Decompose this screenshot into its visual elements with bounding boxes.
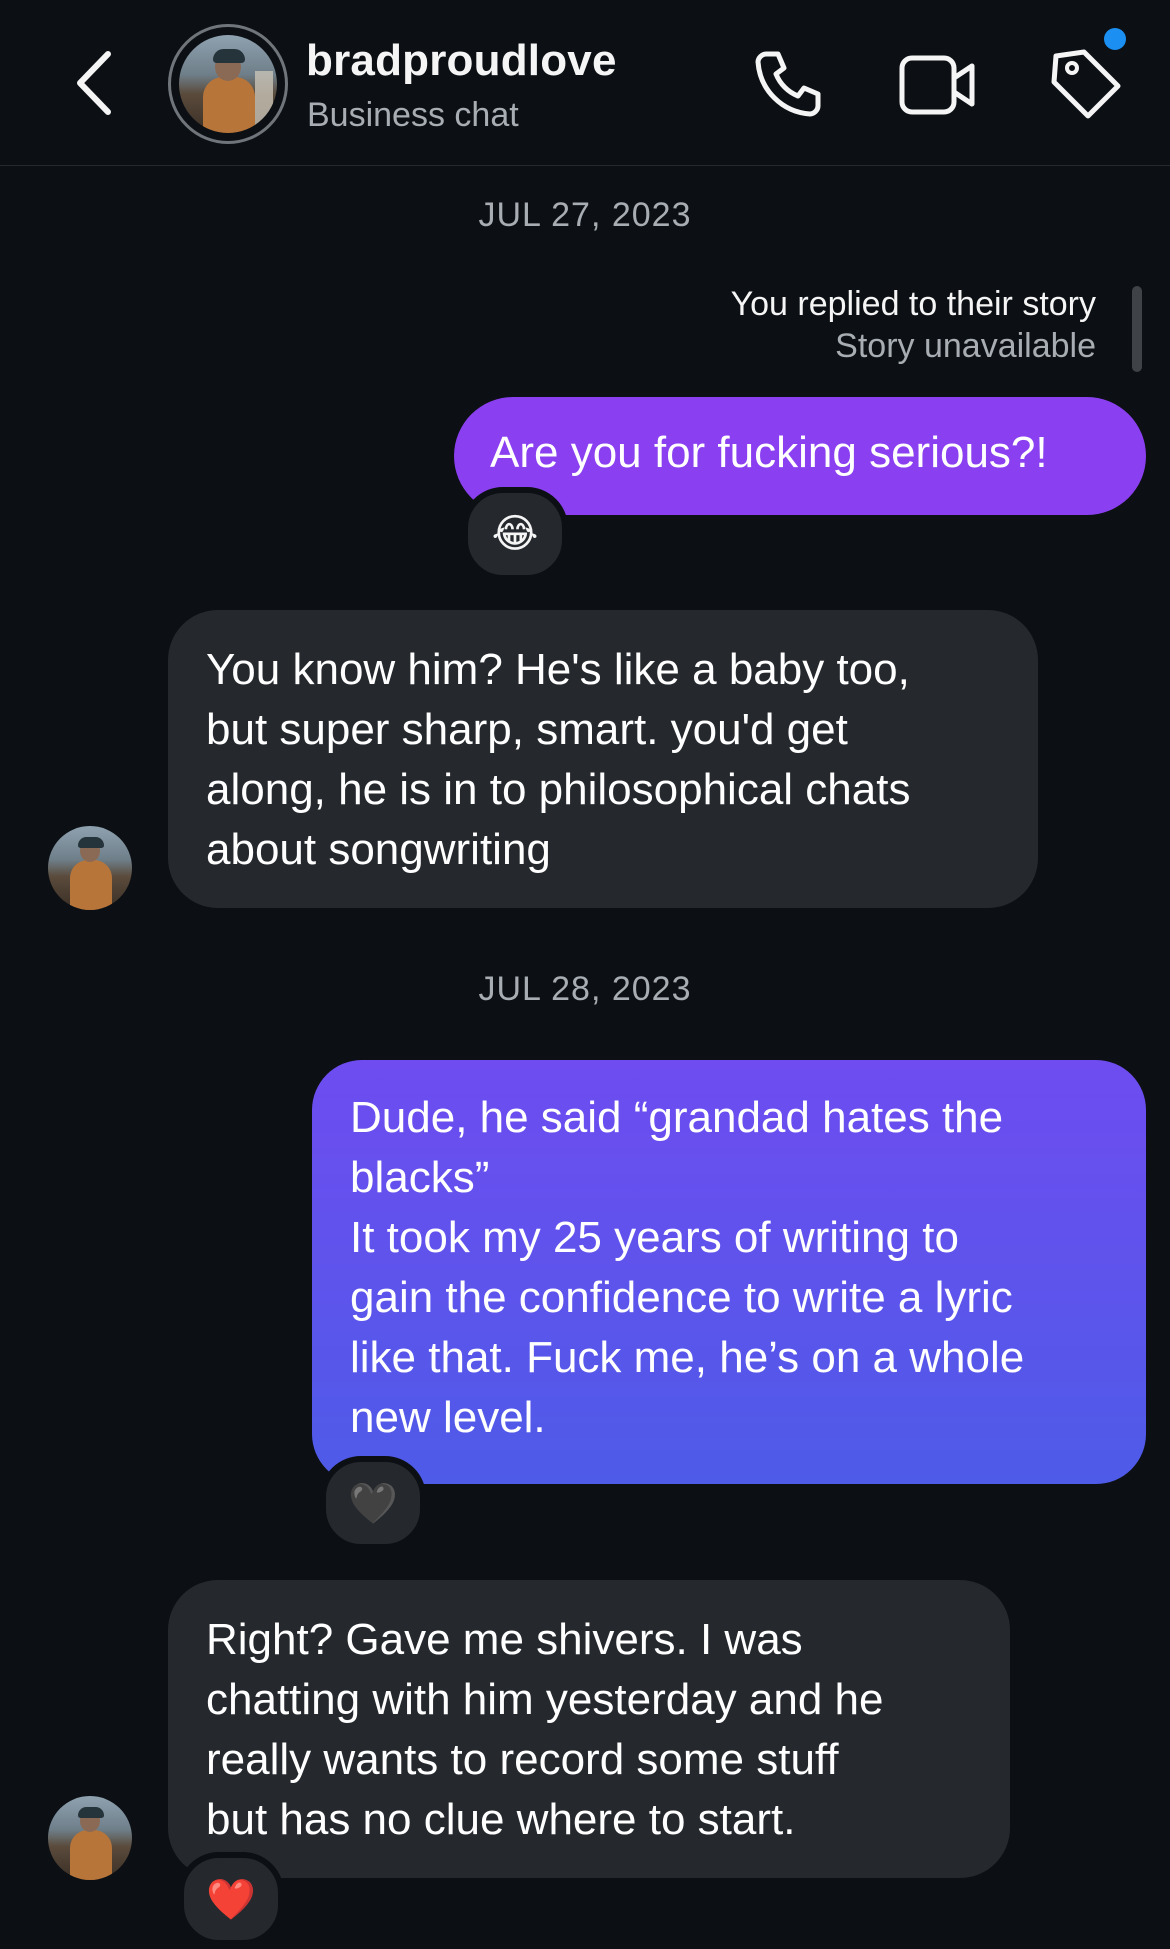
- contact-name[interactable]: bradproudlove: [306, 36, 617, 86]
- video-camera-icon[interactable]: [898, 52, 976, 118]
- message-line: but super sharp, smart. you'd get: [206, 705, 848, 754]
- message-line: blacks”: [350, 1153, 490, 1202]
- message-line: chatting with him yesterday and he: [206, 1675, 884, 1724]
- outgoing-message[interactable]: Dude, he said “grandad hates the blacks”…: [312, 1060, 1146, 1484]
- phone-icon[interactable]: [752, 46, 826, 120]
- message-line: really wants to record some stuff: [206, 1735, 839, 1784]
- contact-avatar[interactable]: [168, 24, 288, 144]
- chat-header: bradproudlove Business chat: [0, 0, 1170, 166]
- message-line: about songwriting: [206, 825, 551, 874]
- incoming-message[interactable]: Right? Gave me shivers. I was chatting w…: [168, 1580, 1010, 1878]
- date-separator: JUL 27, 2023: [478, 196, 692, 234]
- message-text: Are you for fucking serious?!: [490, 428, 1048, 477]
- incoming-message[interactable]: You know him? He's like a baby too, but …: [168, 610, 1038, 908]
- message-line: gain the confidence to write a lyric: [350, 1273, 1013, 1322]
- message-line: Right? Gave me shivers. I was: [206, 1615, 803, 1664]
- message-line: like that. Fuck me, he’s on a whole: [350, 1333, 1025, 1382]
- message-line: new level.: [350, 1393, 546, 1442]
- sender-avatar[interactable]: [48, 1796, 132, 1880]
- message-line: along, he is in to philosophical chats: [206, 765, 911, 814]
- message-line: Dude, he said “grandad hates the: [350, 1093, 1004, 1142]
- outgoing-message[interactable]: Are you for fucking serious?!: [454, 397, 1146, 515]
- notification-dot: [1104, 28, 1126, 50]
- story-reply-bar: [1132, 286, 1142, 372]
- message-line: but has no clue where to start.: [206, 1795, 796, 1844]
- sender-avatar[interactable]: [48, 826, 132, 910]
- message-line: You know him? He's like a baby too,: [206, 645, 910, 694]
- reaction-badge[interactable]: ❤️: [178, 1852, 284, 1946]
- story-status: Story unavailable: [835, 327, 1096, 365]
- chevron-left-icon[interactable]: [68, 48, 124, 118]
- red-heart-icon: ❤️: [206, 1877, 256, 1922]
- reaction-badge[interactable]: 🖤: [320, 1456, 426, 1550]
- chat-type-label: Business chat: [307, 96, 519, 134]
- reaction-badge[interactable]: 😂: [462, 487, 568, 581]
- black-heart-icon: 🖤: [348, 1481, 398, 1526]
- tag-icon[interactable]: [1048, 46, 1122, 120]
- laughing-emoji-icon: 😂: [491, 512, 539, 556]
- date-separator: JUL 28, 2023: [478, 970, 692, 1008]
- story-reply-label: You replied to their story: [730, 285, 1096, 323]
- message-line: It took my 25 years of writing to: [350, 1213, 959, 1262]
- story-reply-note: You replied to their story Story unavail…: [731, 283, 1096, 367]
